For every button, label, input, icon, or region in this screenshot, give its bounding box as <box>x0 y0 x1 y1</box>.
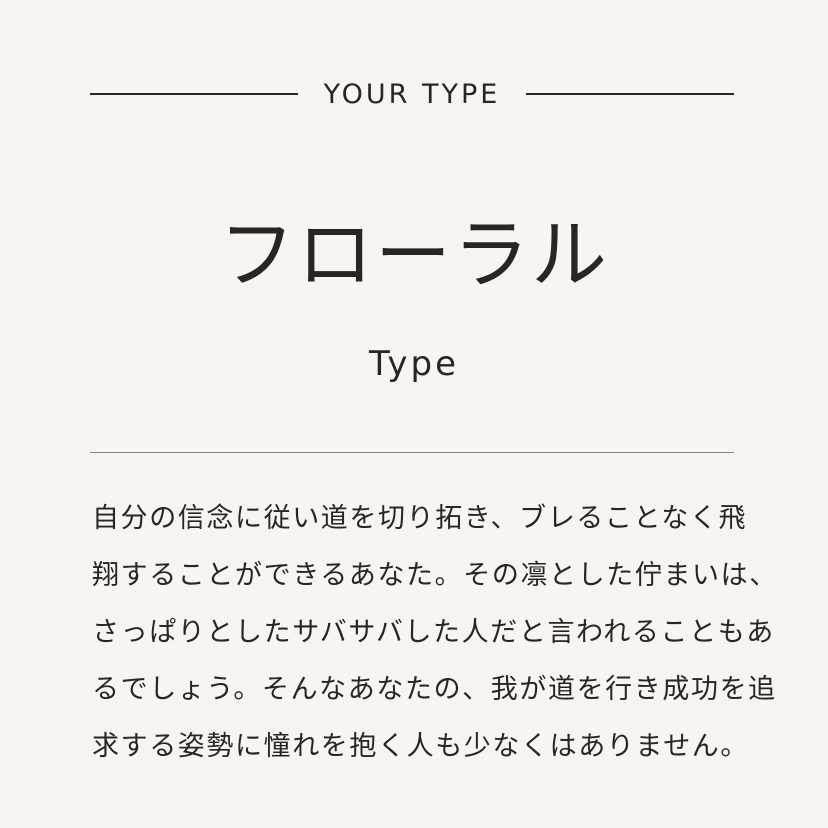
section-header: YOUR TYPE <box>90 72 735 116</box>
description-line: るでしょう。そんなあなたの、我が道を行き成功を追 <box>92 674 777 705</box>
section-divider <box>90 452 734 453</box>
header-rule-left <box>90 93 298 95</box>
description-line: 翔することができるあなた。その凛とした佇まいは、 <box>92 560 778 591</box>
header-label: YOUR TYPE <box>323 78 501 110</box>
header-rule-right <box>526 93 735 95</box>
type-description: 自分の信念に従い道を切り拓き、ブレることなく飛 翔することができるあなた。その凛… <box>92 490 778 775</box>
description-line: 求する姿勢に憧れを抱く人も少なくはありません。 <box>92 731 749 762</box>
type-subtitle: Type <box>368 344 460 384</box>
type-name: フローラル <box>219 210 609 299</box>
description-line: 自分の信念に従い道を切り拓き、ブレることなく飛 <box>92 503 748 534</box>
description-line: さっぱりとしたサバサバした人だと言われることもあ <box>92 617 775 648</box>
